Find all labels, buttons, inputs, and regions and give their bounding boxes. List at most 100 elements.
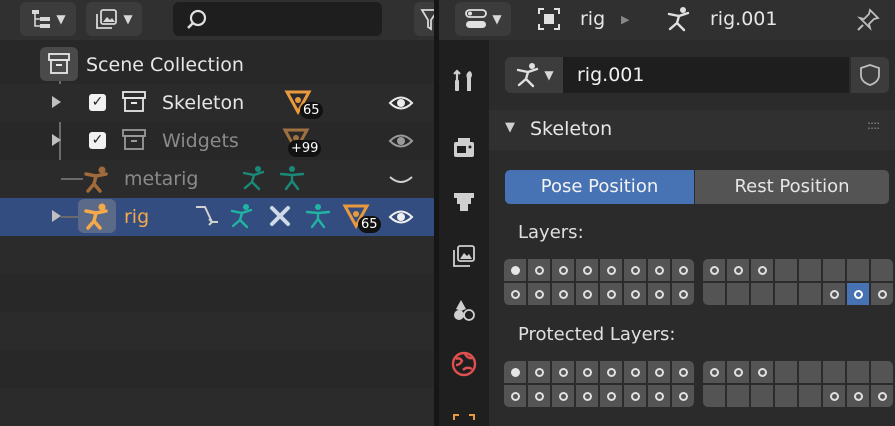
layer-toggle-9[interactable] [703, 259, 725, 281]
tree-row-rig[interactable]: rig 65 [0, 198, 434, 236]
layer-toggle-26[interactable] [727, 283, 749, 305]
layer-toggle-20[interactable] [576, 385, 598, 407]
layer-toggle-8[interactable] [672, 259, 694, 281]
layer-toggle-30[interactable] [823, 385, 845, 407]
layer-toggle-19[interactable] [552, 385, 574, 407]
tree-row-metarig[interactable]: metarig [0, 160, 434, 198]
fake-user-button[interactable] [851, 57, 889, 93]
editor-type-button[interactable]: ▼ [455, 2, 511, 36]
layer-toggle-31[interactable] [847, 283, 869, 305]
pin-icon[interactable] [855, 7, 881, 33]
layer-toggle-12[interactable] [775, 361, 797, 383]
layer-toggle-31[interactable] [847, 385, 869, 407]
layer-toggle-6[interactable] [624, 361, 646, 383]
bone-icon[interactable] [304, 202, 332, 230]
exclude-checkbox[interactable]: ✓ [89, 132, 106, 149]
layer-toggle-17[interactable] [504, 283, 526, 305]
layer-toggle-32[interactable] [871, 283, 893, 305]
layer-toggle-6[interactable] [624, 259, 646, 281]
expand-arrow-icon[interactable] [52, 96, 61, 108]
tab-world[interactable] [445, 345, 483, 383]
layer-toggle-22[interactable] [624, 283, 646, 305]
modifier-icon[interactable] [192, 202, 220, 230]
layer-toggle-27[interactable] [751, 385, 773, 407]
expand-arrow-icon[interactable] [52, 134, 61, 146]
eye-icon[interactable] [388, 207, 414, 227]
expand-arrow-icon[interactable] [52, 210, 61, 222]
drag-handle-icon[interactable]: :::: [867, 118, 880, 132]
layer-toggle-10[interactable] [727, 259, 749, 281]
layer-toggle-29[interactable] [799, 283, 821, 305]
layer-toggle-25[interactable] [703, 283, 725, 305]
layer-toggle-11[interactable] [751, 361, 773, 383]
layer-toggle-28[interactable] [775, 385, 797, 407]
exclude-checkbox[interactable]: ✓ [89, 94, 106, 111]
layer-toggle-28[interactable] [775, 283, 797, 305]
skeleton-panel-header[interactable]: ▼ Skeleton :::: [489, 110, 895, 150]
layer-toggle-23[interactable] [648, 283, 670, 305]
layer-toggle-4[interactable] [576, 259, 598, 281]
bone-constraint-icon[interactable] [266, 202, 294, 230]
layer-toggle-21[interactable] [600, 385, 622, 407]
layer-toggle-30[interactable] [823, 283, 845, 305]
layer-toggle-2[interactable] [528, 259, 550, 281]
eye-icon[interactable] [388, 131, 414, 151]
layer-toggle-13[interactable] [799, 361, 821, 383]
layer-toggle-8[interactable] [672, 361, 694, 383]
layer-toggle-25[interactable] [703, 385, 725, 407]
display-mode-button[interactable]: ▼ [86, 2, 142, 36]
layer-toggle-22[interactable] [624, 385, 646, 407]
layer-toggle-1[interactable] [504, 361, 526, 383]
layer-toggle-32[interactable] [871, 385, 893, 407]
layer-toggle-21[interactable] [600, 283, 622, 305]
layer-toggle-3[interactable] [552, 361, 574, 383]
layer-toggle-14[interactable] [823, 259, 845, 281]
tree-row-scene-collection[interactable]: Scene Collection [0, 46, 434, 84]
layer-toggle-23[interactable] [648, 385, 670, 407]
tab-object[interactable] [445, 406, 483, 426]
layer-toggle-19[interactable] [552, 283, 574, 305]
layer-toggle-24[interactable] [672, 283, 694, 305]
pose-position-button[interactable]: Pose Position [505, 170, 694, 204]
layer-toggle-18[interactable] [528, 385, 550, 407]
bone-icon[interactable] [278, 164, 306, 192]
layer-toggle-15[interactable] [847, 361, 869, 383]
layer-toggle-14[interactable] [823, 361, 845, 383]
filter-button[interactable] [414, 2, 434, 36]
layer-toggle-13[interactable] [799, 259, 821, 281]
layer-toggle-2[interactable] [528, 361, 550, 383]
tab-tool[interactable] [445, 62, 483, 100]
browse-armature-button[interactable]: ▼ [505, 57, 563, 93]
layer-toggle-15[interactable] [847, 259, 869, 281]
pose-icon[interactable] [240, 164, 268, 192]
layer-toggle-4[interactable] [576, 361, 598, 383]
layer-toggle-12[interactable] [775, 259, 797, 281]
layer-toggle-5[interactable] [600, 361, 622, 383]
layer-toggle-5[interactable] [600, 259, 622, 281]
rest-position-button[interactable]: Rest Position [695, 170, 889, 204]
editor-type-button[interactable]: ▼ [20, 2, 76, 36]
search-input[interactable] [173, 2, 382, 36]
eye-icon[interactable] [388, 93, 414, 113]
tab-render[interactable] [445, 129, 483, 167]
layer-toggle-29[interactable] [799, 385, 821, 407]
layer-toggle-24[interactable] [672, 385, 694, 407]
layer-toggle-3[interactable] [552, 259, 574, 281]
layer-toggle-11[interactable] [751, 259, 773, 281]
tab-output[interactable] [445, 183, 483, 221]
layer-toggle-20[interactable] [576, 283, 598, 305]
layer-toggle-7[interactable] [648, 259, 670, 281]
pose-icon[interactable] [228, 202, 256, 230]
layer-toggle-16[interactable] [871, 259, 893, 281]
layer-toggle-9[interactable] [703, 361, 725, 383]
layer-toggle-1[interactable] [504, 259, 526, 281]
layer-toggle-27[interactable] [751, 283, 773, 305]
layer-toggle-7[interactable] [648, 361, 670, 383]
layer-toggle-17[interactable] [504, 385, 526, 407]
datablock-name-field[interactable]: rig.001 [563, 57, 849, 93]
layer-toggle-26[interactable] [727, 385, 749, 407]
eye-closed-icon[interactable] [388, 169, 414, 189]
layer-toggle-10[interactable] [727, 361, 749, 383]
layer-toggle-16[interactable] [871, 361, 893, 383]
tree-row-skeleton[interactable]: ✓ Skeleton 65 [0, 84, 434, 122]
